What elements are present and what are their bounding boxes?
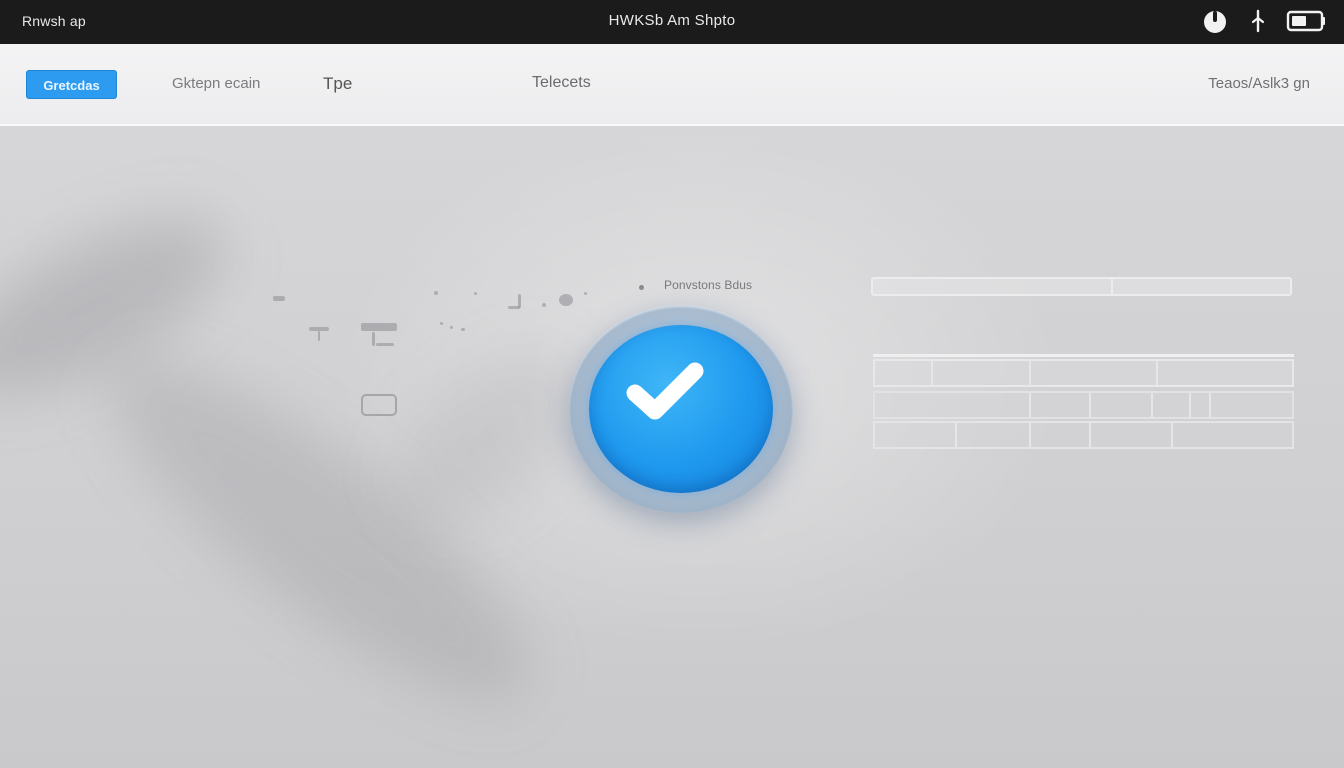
faint-mark <box>518 294 521 308</box>
search-bar[interactable] <box>871 277 1292 296</box>
nav-link-2[interactable]: Tpe <box>323 74 352 94</box>
nav-link-1[interactable]: Gktepn ecain <box>172 75 260 92</box>
window-title: HWKSb Am Shpto <box>608 12 736 29</box>
column-divider <box>1209 393 1211 417</box>
column-divider <box>1029 361 1031 385</box>
success-badge[interactable] <box>569 305 793 513</box>
faint-mark <box>372 332 375 346</box>
divider <box>1111 279 1113 294</box>
column-divider <box>1089 423 1091 447</box>
faint-mark <box>434 291 438 295</box>
table-row[interactable] <box>873 359 1294 387</box>
column-divider <box>931 361 933 385</box>
system-bar: Rnwsh ap HWKSb Am Shpto <box>0 0 1344 44</box>
table-row[interactable] <box>873 421 1294 449</box>
column-divider <box>1171 423 1173 447</box>
faint-mark <box>461 328 465 331</box>
data-table <box>873 354 1294 452</box>
column-divider <box>1156 361 1158 385</box>
column-divider <box>1151 393 1153 417</box>
status-dot <box>639 285 644 290</box>
account-link[interactable]: Teaos/Aslk3 gn <box>1208 75 1310 92</box>
checkmark-icon <box>626 362 704 420</box>
column-divider <box>1029 423 1031 447</box>
column-divider <box>1089 393 1091 417</box>
faint-mark <box>273 296 285 301</box>
status-label: Ponvstons Bdus <box>664 278 753 292</box>
faint-mark <box>474 292 477 295</box>
faint-mark <box>584 292 587 295</box>
faint-mark <box>440 322 443 325</box>
column-divider <box>1189 393 1191 417</box>
table-row[interactable] <box>873 391 1294 419</box>
faint-mark <box>361 323 397 331</box>
toolbar: Gretcdas Gktepn ecain Tpe Telecets Teaos… <box>0 44 1344 126</box>
faint-mark <box>450 326 453 329</box>
faint-mark <box>559 294 573 306</box>
microphone-icon[interactable] <box>1244 6 1274 36</box>
card-icon <box>361 394 397 416</box>
faint-mark <box>318 331 320 341</box>
primary-button[interactable]: Gretcdas <box>26 70 117 99</box>
nav-link-3[interactable]: Telecets <box>532 74 591 92</box>
column-divider <box>1029 393 1031 417</box>
battery-icon[interactable] <box>1286 6 1326 36</box>
power-icon[interactable] <box>1200 6 1230 36</box>
column-divider <box>955 423 957 447</box>
faint-mark <box>542 303 546 307</box>
faint-mark <box>376 343 394 346</box>
